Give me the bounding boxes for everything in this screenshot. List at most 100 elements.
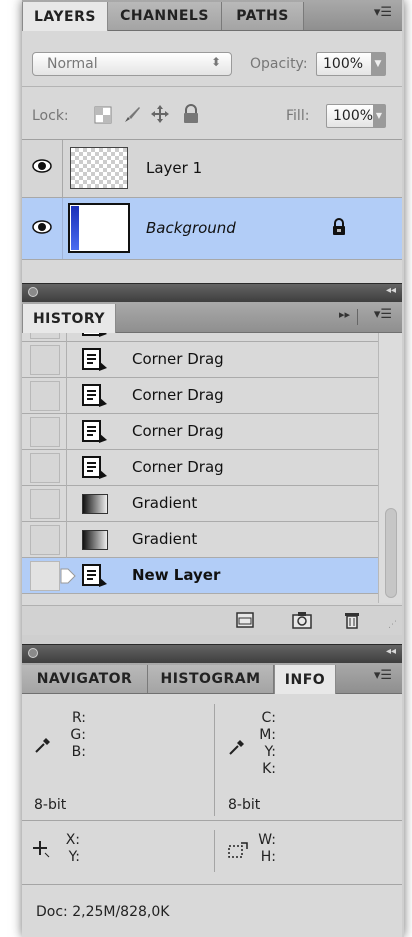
- snapshot-source-box[interactable]: [30, 561, 60, 591]
- snapshot-source-box[interactable]: [30, 525, 60, 555]
- fill-field[interactable]: 100% ▼: [326, 104, 386, 128]
- fill-dropdown-icon[interactable]: ▼: [373, 105, 385, 127]
- camera-snapshot-icon[interactable]: [292, 611, 312, 633]
- panel-menu-icon[interactable]: ▾☰: [374, 5, 392, 20]
- divider: [22, 884, 402, 885]
- red-label: R:: [71, 710, 86, 726]
- cmyk-readout: C: M: Y: K:: [250, 710, 276, 778]
- eye-icon[interactable]: [32, 158, 52, 177]
- tab-paths[interactable]: PATHS: [222, 2, 304, 30]
- info-panel-strip[interactable]: ◂◂: [22, 644, 402, 663]
- history-list: Corner Drag Corner Drag Corner Drag Corn…: [22, 333, 402, 605]
- history-item[interactable]: Gradient: [22, 522, 378, 558]
- collapse-double-arrow-icon[interactable]: ◂◂: [386, 285, 396, 296]
- history-item-label: Gradient: [132, 530, 198, 548]
- green-label: G:: [70, 727, 86, 743]
- divider: [214, 830, 215, 872]
- history-item-label: Gradient: [132, 494, 198, 512]
- history-item[interactable]: Corner Drag: [22, 378, 378, 414]
- history-item-selected[interactable]: New Layer: [22, 558, 378, 594]
- history-item[interactable]: Corner Drag: [22, 450, 378, 486]
- opacity-value: 100%: [323, 56, 364, 72]
- photoshop-panel-dock: LAYERS CHANNELS PATHS ▾☰ Normal ⬍ Opacit…: [22, 0, 404, 937]
- step-icon: [82, 456, 108, 484]
- y-label: Y:: [68, 849, 80, 865]
- lock-position-move-icon[interactable]: [150, 104, 170, 124]
- info-panel-body: R: G: B: 8-bit C: M: Y: K: 8-bit X: Y: W…: [22, 694, 402, 937]
- history-item-label: Corner Drag: [132, 350, 224, 368]
- history-item-label: Corner Drag: [132, 386, 224, 404]
- eyedropper-icon: [34, 736, 52, 758]
- collapse-double-arrow-icon[interactable]: ◂◂: [386, 646, 396, 657]
- history-item[interactable]: Corner Drag: [22, 414, 378, 450]
- panel-collapse-dot[interactable]: [28, 287, 38, 297]
- lock-label: Lock:: [32, 108, 69, 124]
- opacity-dropdown-icon[interactable]: ▼: [371, 53, 385, 75]
- step-icon: [82, 348, 108, 376]
- fill-label: Fill:: [286, 108, 310, 124]
- snapshot-source-box[interactable]: [30, 417, 60, 447]
- lock-image-brush-icon[interactable]: [122, 104, 142, 124]
- gradient-icon: [82, 494, 108, 514]
- tab-channels[interactable]: CHANNELS: [108, 2, 222, 30]
- divider: [357, 309, 358, 325]
- panel-menu-icon[interactable]: ▾☰: [374, 668, 392, 683]
- snapshot-source-box[interactable]: [30, 333, 60, 339]
- new-document-from-state-icon[interactable]: [236, 612, 254, 632]
- visibility-toggle[interactable]: [22, 140, 63, 197]
- snapshot-source-box[interactable]: [30, 381, 60, 411]
- panel-menu-icon[interactable]: ▾☰: [374, 307, 392, 322]
- snapshot-source-box[interactable]: [30, 489, 60, 519]
- bit-depth-left: 8-bit: [34, 797, 67, 813]
- wh-readout: W: H:: [252, 832, 276, 866]
- bit-depth-right: 8-bit: [228, 797, 261, 813]
- history-scrollbar[interactable]: [378, 333, 402, 603]
- rgb-readout: R: G: B:: [56, 710, 86, 761]
- eye-icon[interactable]: [32, 219, 52, 238]
- history-panel-strip[interactable]: ◂◂: [22, 283, 402, 302]
- opacity-label: Opacity:: [250, 56, 308, 72]
- fill-value: 100%: [333, 108, 374, 124]
- selection-size-icon: [228, 842, 248, 864]
- opacity-field[interactable]: 100% ▼: [316, 52, 386, 76]
- layer-row-layer1[interactable]: Layer 1: [22, 140, 402, 198]
- history-item[interactable]: Gradient: [22, 486, 378, 522]
- layer-name: Layer 1: [146, 159, 203, 177]
- tab-history[interactable]: HISTORY: [22, 304, 116, 333]
- panel-collapse-dot[interactable]: [28, 648, 38, 658]
- tab-layers[interactable]: LAYERS: [22, 2, 108, 31]
- trash-icon[interactable]: [344, 610, 360, 634]
- history-item-label: Corner Drag: [132, 422, 224, 440]
- history-item[interactable]: Corner Drag: [22, 342, 378, 378]
- step-icon: [82, 333, 108, 342]
- step-icon: [82, 564, 108, 592]
- snapshot-source-box[interactable]: [30, 345, 60, 375]
- tab-info[interactable]: INFO: [274, 665, 336, 694]
- layer-thumbnail-background: [68, 203, 130, 253]
- lock-transparent-icon[interactable]: [94, 106, 112, 124]
- snapshot-source-box[interactable]: [30, 453, 60, 483]
- tab-navigator[interactable]: NAVIGATOR: [22, 665, 148, 693]
- visibility-toggle[interactable]: [22, 198, 63, 259]
- resize-grip-icon[interactable]: ⋰: [388, 620, 397, 630]
- black-label: K:: [262, 761, 276, 777]
- layer-thumbnail-transparent: [70, 147, 128, 189]
- layer-row-background[interactable]: Background: [22, 198, 402, 260]
- scrollbar-thumb[interactable]: [385, 508, 397, 598]
- step-icon: [82, 384, 108, 412]
- play-forward-icon[interactable]: ▸▸: [339, 308, 350, 321]
- gradient-icon: [82, 530, 108, 550]
- step-icon: [82, 420, 108, 448]
- history-state-slider-icon[interactable]: [60, 568, 76, 588]
- history-item[interactable]: [22, 333, 378, 342]
- blend-mode-select[interactable]: Normal ⬍: [32, 52, 232, 76]
- thumbnail-gradient-edge: [71, 206, 79, 250]
- lock-all-icon[interactable]: [182, 104, 200, 124]
- history-toolbar: ⋰: [22, 605, 402, 635]
- tab-histogram[interactable]: HISTOGRAM: [148, 665, 274, 693]
- divider: [214, 704, 215, 816]
- layers-panel-body: Normal ⬍ Opacity: 100% ▼ Lock: Fill: 100…: [22, 31, 402, 287]
- info-tab-bar: NAVIGATOR HISTOGRAM INFO ▾☰: [22, 663, 402, 694]
- history-item-label: Corner Drag: [132, 458, 224, 476]
- document-size-text: Doc: 2,25M/828,0K: [36, 904, 170, 920]
